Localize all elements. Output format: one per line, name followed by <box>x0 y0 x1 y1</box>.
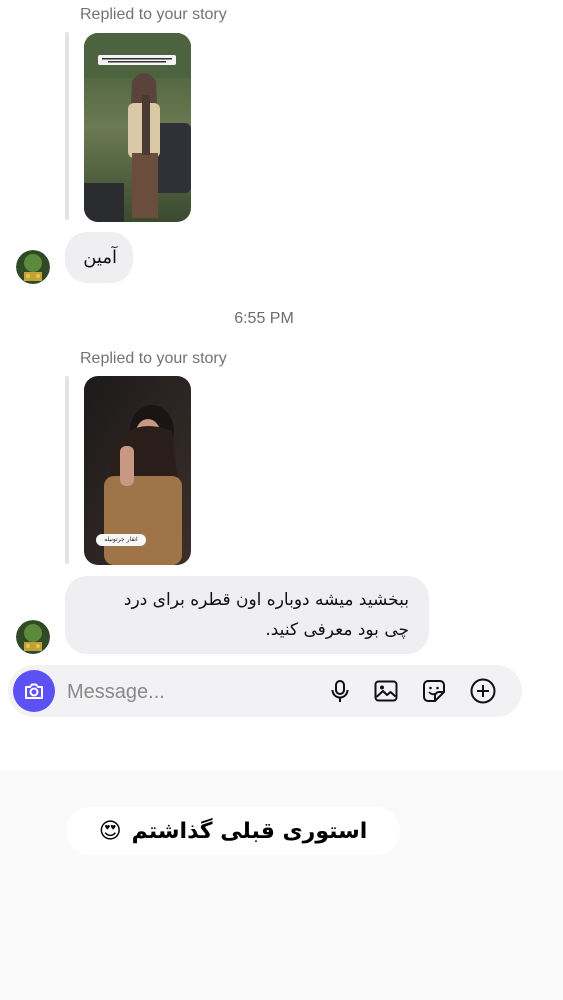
sticker-button[interactable] <box>420 677 448 705</box>
chat-thread: Replied to your story آمین 6:55 PM Repli… <box>0 0 563 770</box>
voice-message-button[interactable] <box>326 677 354 705</box>
message-text-line-1: ببخشید میشه دوباره اون قطره برای درد <box>123 590 409 610</box>
story-sticker-text: انقار جرتونیله <box>104 536 138 543</box>
reply-quote-bar <box>65 376 69 564</box>
plus-circle-icon <box>470 678 496 704</box>
camera-icon <box>25 683 43 699</box>
gallery-button[interactable] <box>372 677 400 705</box>
story-thumbnail[interactable] <box>84 33 191 222</box>
message-text-line-2: چی بود معرفی کنید. <box>265 620 409 640</box>
heart-eyes-emoji: 😍 <box>98 818 122 844</box>
caption: استوری قبلی گذاشتم 😍 <box>66 807 400 855</box>
message-bubble[interactable]: آمین <box>65 232 133 283</box>
microphone-icon <box>331 680 349 702</box>
camera-button[interactable] <box>13 670 55 712</box>
avatar-image <box>16 250 50 284</box>
replied-to-story-label: Replied to your story <box>80 350 227 367</box>
message-bubble[interactable]: ببخشید میشه دوباره اون قطره برای درد چی … <box>65 576 429 654</box>
avatar[interactable] <box>16 620 50 654</box>
message-text: آمین <box>83 247 117 268</box>
story-thumbnail[interactable]: انقار جرتونیله <box>84 376 191 565</box>
replied-to-story-label: Replied to your story <box>80 6 227 23</box>
caption-text: استوری قبلی گذاشتم <box>131 818 368 844</box>
avatar-image <box>16 620 50 654</box>
timestamp: 6:55 PM <box>234 310 294 327</box>
message-input[interactable] <box>65 677 309 707</box>
caption-pill: استوری قبلی گذاشتم 😍 <box>66 807 400 855</box>
more-options-button[interactable] <box>469 677 497 705</box>
caption-area: استوری قبلی گذاشتم 😍 <box>0 770 563 1000</box>
reply-quote-bar <box>65 32 69 220</box>
image-icon <box>374 680 398 702</box>
message-composer <box>8 665 522 717</box>
story-image-1 <box>84 33 191 222</box>
avatar[interactable] <box>16 250 50 284</box>
sticker-icon <box>423 680 445 702</box>
